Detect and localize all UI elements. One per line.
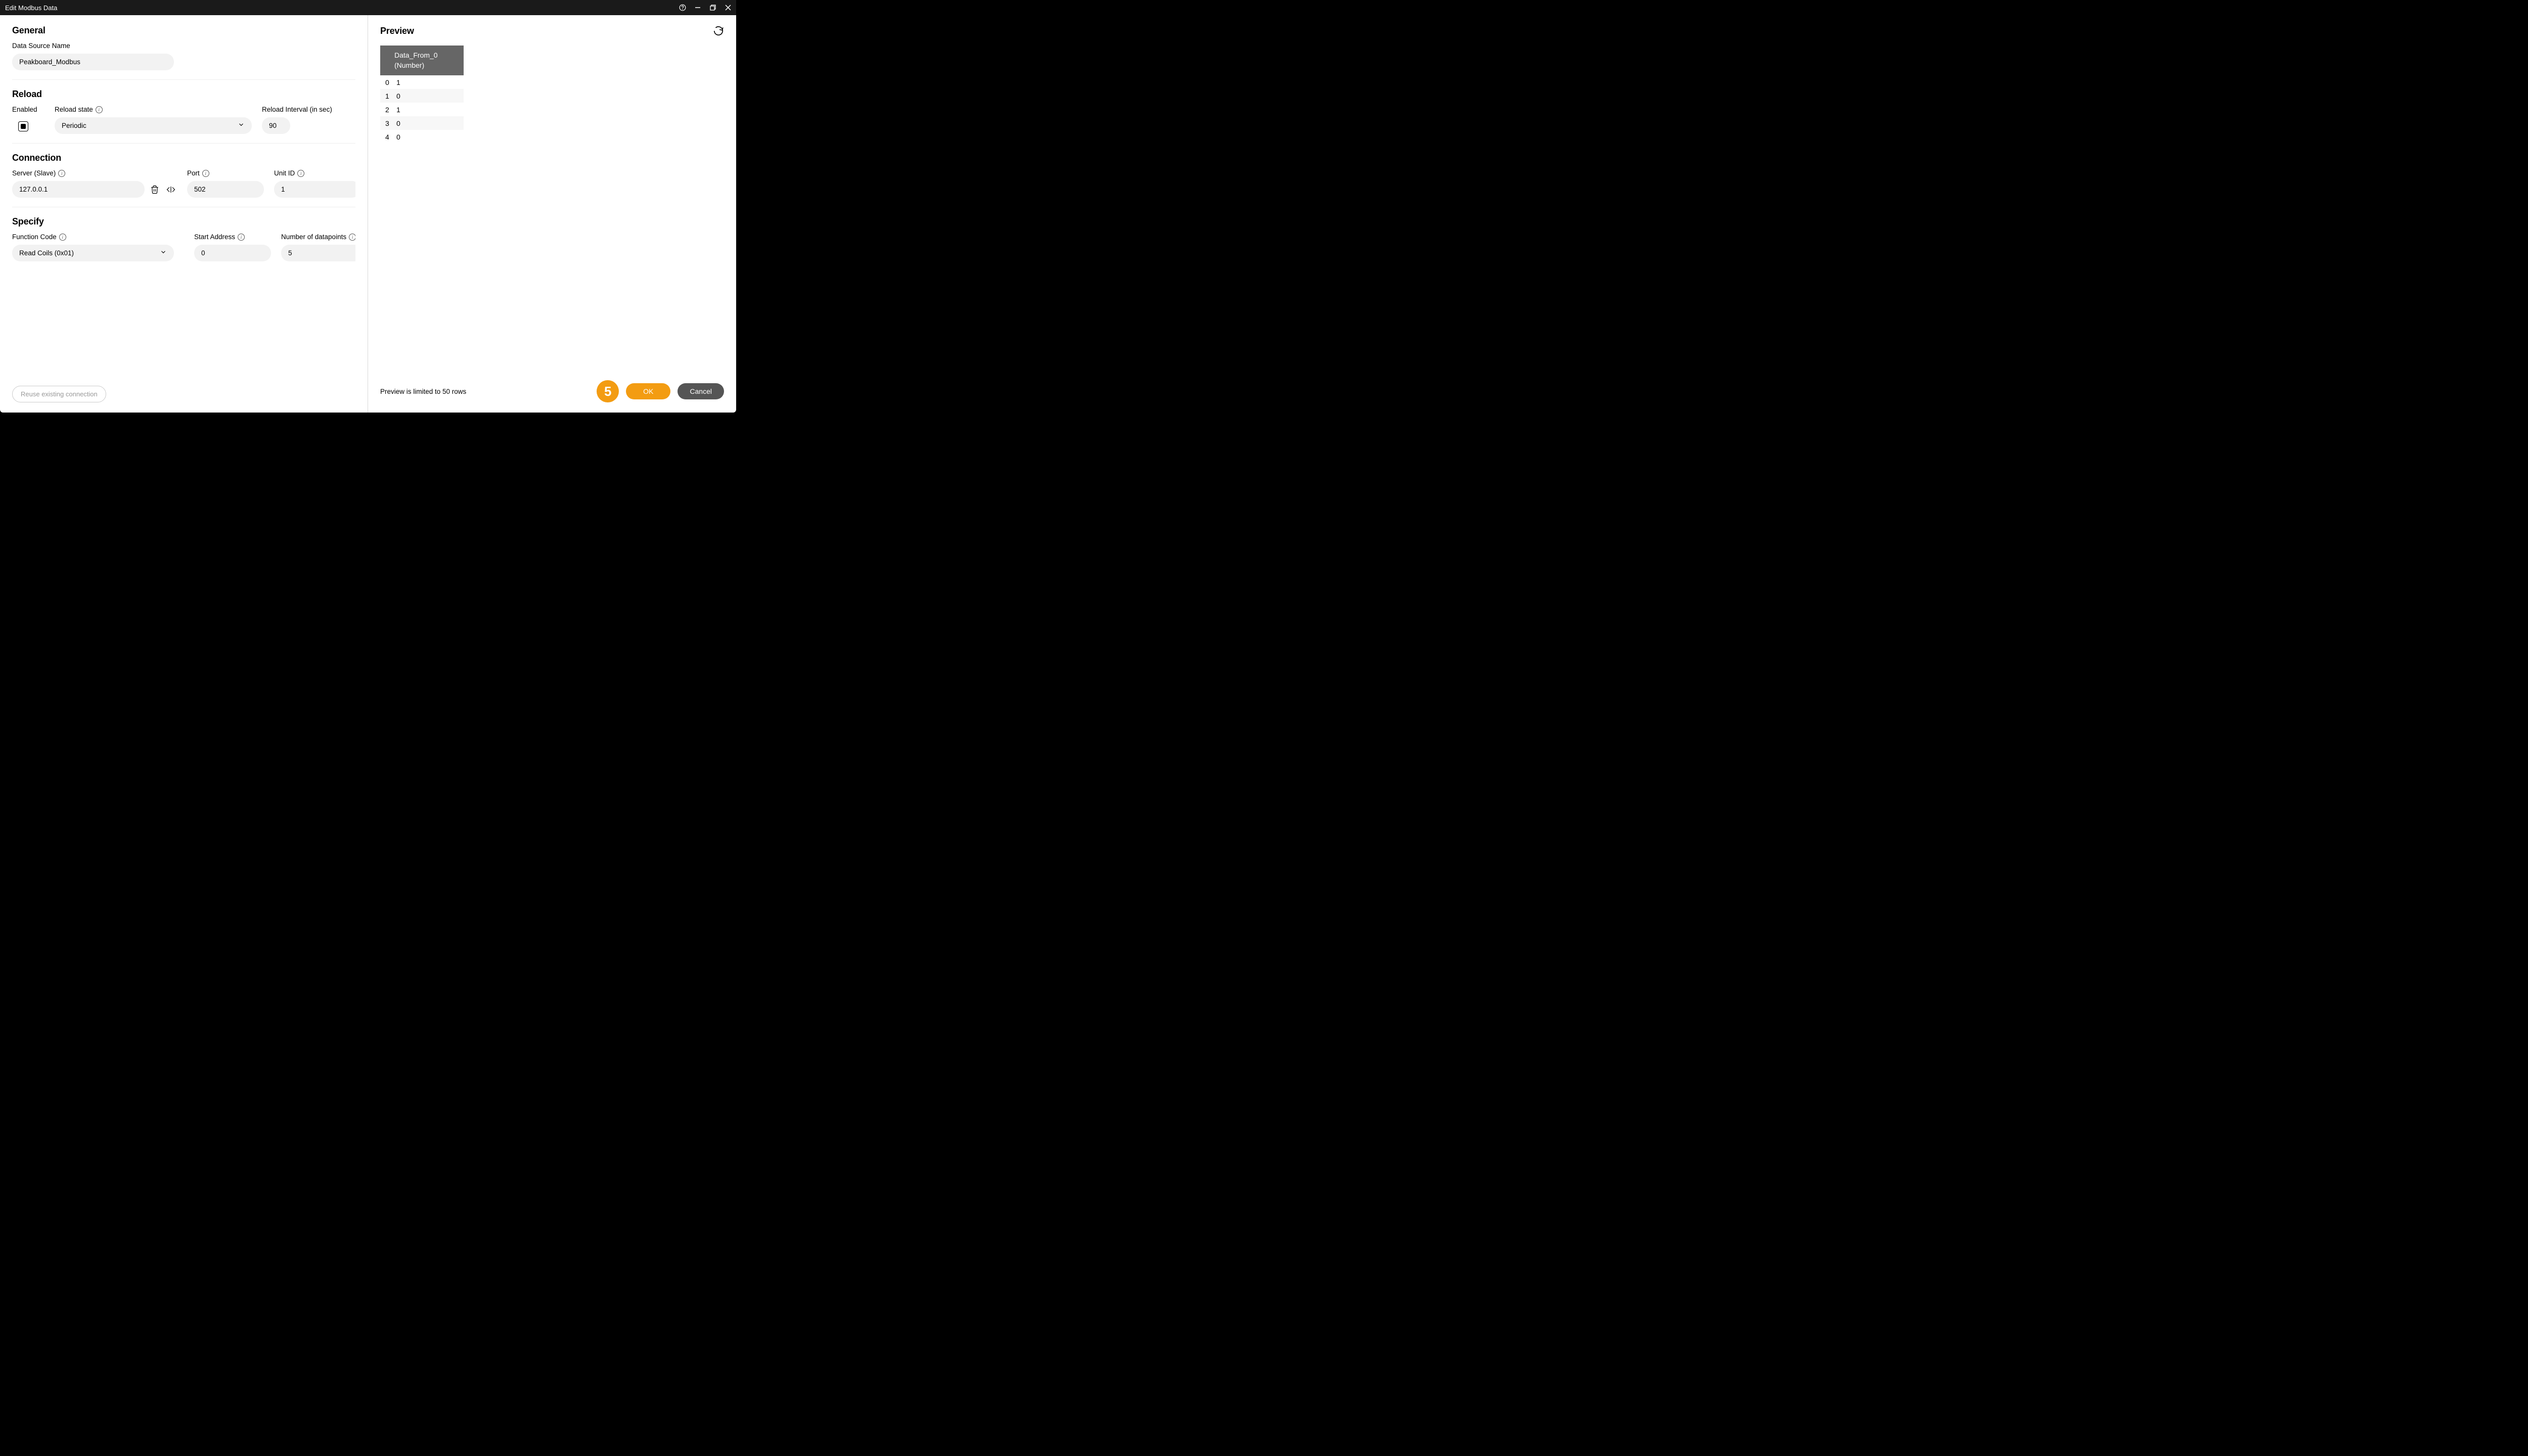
info-icon[interactable]: i [202,170,209,177]
row-value: 0 [394,133,464,141]
server-label-text: Server (Slave) [12,169,56,177]
table-row[interactable]: 10 [380,89,464,103]
info-icon[interactable]: i [349,234,355,241]
table-row[interactable]: 01 [380,75,464,89]
maximize-icon[interactable] [709,4,717,12]
row-value: 0 [394,92,464,100]
divider [12,143,355,144]
preview-limit-text: Preview is limited to 50 rows [380,388,466,395]
function-code-label-text: Function Code [12,233,57,241]
preview-table: Data_From_0 (Number) 0110213040 [380,46,724,144]
row-index: 2 [380,106,394,114]
help-icon[interactable] [679,4,687,12]
unit-id-label: Unit ID i [274,169,355,177]
table-row[interactable]: 40 [380,130,464,144]
cancel-button[interactable]: Cancel [678,383,724,399]
step-badge: 5 [597,380,619,402]
row-index: 1 [380,92,394,100]
table-row[interactable]: 30 [380,116,464,130]
reload-state-label-text: Reload state [55,106,93,113]
checkbox-checked-icon [21,124,26,129]
row-index: 4 [380,133,394,141]
server-input[interactable] [12,181,145,198]
enabled-checkbox[interactable] [18,121,28,131]
start-address-label-text: Start Address [194,233,235,241]
delete-icon[interactable] [149,184,161,196]
ok-button[interactable]: OK [626,383,670,399]
section-connection-heading: Connection [12,153,355,163]
port-input[interactable] [187,181,264,198]
unit-id-label-text: Unit ID [274,169,295,177]
info-icon[interactable]: i [58,170,65,177]
info-icon[interactable]: i [238,234,245,241]
port-label: Port i [187,169,264,177]
divider [12,79,355,80]
num-datapoints-input[interactable] [281,245,355,261]
function-code-select[interactable] [12,245,174,261]
num-datapoints-label-text: Number of datapoints [281,233,346,241]
info-icon[interactable]: i [96,106,103,113]
window-title: Edit Modbus Data [4,4,57,12]
close-icon[interactable] [724,4,732,12]
section-general-heading: General [12,25,355,36]
minimize-icon[interactable] [694,4,702,12]
dsn-input[interactable] [12,54,174,70]
window-controls [679,4,732,12]
row-value: 0 [394,119,464,127]
reload-interval-input[interactable] [262,117,290,134]
function-code-label: Function Code i [12,233,174,241]
port-label-text: Port [187,169,200,177]
row-index: 3 [380,119,394,127]
right-panel: Preview Data_From_0 (Number) 0110213040 … [368,15,736,413]
row-index: 0 [380,78,394,86]
row-value: 1 [394,78,464,86]
server-label: Server (Slave) i [12,169,177,177]
refresh-icon[interactable] [713,25,724,36]
section-preview-heading: Preview [380,26,414,36]
column-type: (Number) [394,61,449,71]
unit-id-input[interactable] [274,181,355,198]
num-datapoints-label: Number of datapoints i [281,233,355,241]
reload-interval-label: Reload Interval (in sec) [262,106,333,113]
start-address-input[interactable] [194,245,271,261]
table-header-cell[interactable]: Data_From_0 (Number) [380,46,464,75]
info-icon[interactable]: i [59,234,66,241]
enabled-label: Enabled [12,106,44,113]
reuse-connection-button[interactable]: Reuse existing connection [12,386,106,402]
left-panel: General Data Source Name Reload Enabled … [0,15,368,413]
reload-state-label: Reload state i [55,106,252,113]
info-icon[interactable]: i [297,170,304,177]
reload-state-select[interactable] [55,117,252,134]
column-name: Data_From_0 [394,51,449,61]
start-address-label: Start Address i [194,233,271,241]
row-value: 1 [394,106,464,114]
code-icon[interactable] [165,184,177,196]
footer: Preview is limited to 50 rows 5 OK Cance… [380,380,724,402]
dsn-label: Data Source Name [12,42,355,50]
section-specify-heading: Specify [12,216,355,227]
table-row[interactable]: 21 [380,103,464,116]
section-reload-heading: Reload [12,89,355,100]
titlebar: Edit Modbus Data [0,0,736,15]
dialog-body: General Data Source Name Reload Enabled … [0,15,736,413]
